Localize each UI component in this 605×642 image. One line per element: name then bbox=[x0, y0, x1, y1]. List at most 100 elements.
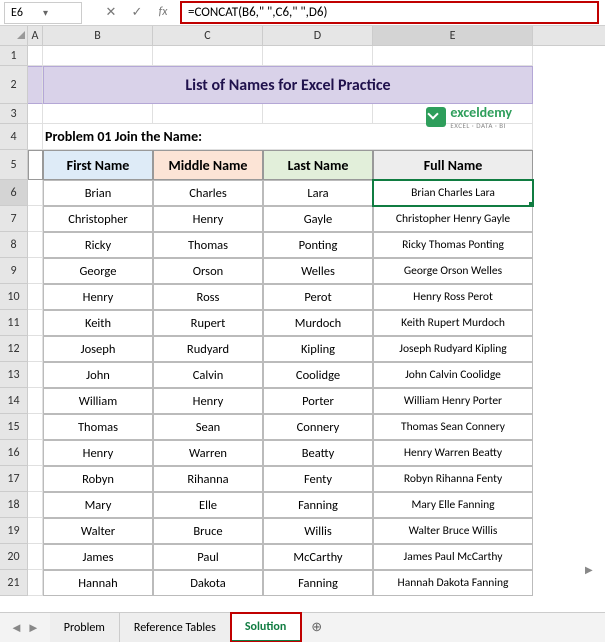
cell-middle-name[interactable]: Paul bbox=[153, 544, 263, 570]
row-header[interactable]: 18 bbox=[0, 492, 27, 518]
cell-last-name[interactable]: Connery bbox=[263, 414, 373, 440]
cell-first-name[interactable]: John bbox=[43, 362, 153, 388]
cell[interactable] bbox=[28, 104, 43, 124]
cell-middle-name[interactable]: Warren bbox=[153, 440, 263, 466]
cell-last-name[interactable]: Gayle bbox=[263, 206, 373, 232]
cell[interactable] bbox=[28, 466, 43, 492]
cell[interactable] bbox=[28, 544, 43, 570]
cell-last-name[interactable]: Welles bbox=[263, 258, 373, 284]
cell-last-name[interactable]: Willis bbox=[263, 518, 373, 544]
cell-middle-name[interactable]: Henry bbox=[153, 206, 263, 232]
cell-first-name[interactable]: William bbox=[43, 388, 153, 414]
row-header[interactable]: 21 bbox=[0, 570, 27, 596]
tab-prev-icon[interactable]: ◄ bbox=[10, 620, 23, 636]
grid[interactable]: List of Names for Excel Practiceexceldem… bbox=[28, 46, 605, 610]
col-header-e[interactable]: E bbox=[373, 26, 533, 45]
row-header[interactable]: 13 bbox=[0, 362, 27, 388]
row-header[interactable]: 14 bbox=[0, 388, 27, 414]
cell-full-name[interactable]: Keith Rupert Murdoch bbox=[373, 310, 533, 336]
cell-full-name[interactable]: Henry Warren Beatty bbox=[373, 440, 533, 466]
cell-full-name[interactable]: Christopher Henry Gayle bbox=[373, 206, 533, 232]
cell[interactable] bbox=[28, 336, 43, 362]
cell-full-name[interactable]: Mary Elle Fanning bbox=[373, 492, 533, 518]
cell[interactable] bbox=[263, 46, 373, 66]
cell-full-name[interactable]: William Henry Porter bbox=[373, 388, 533, 414]
cell-last-name[interactable]: Murdoch bbox=[263, 310, 373, 336]
row-header[interactable]: 15 bbox=[0, 414, 27, 440]
col-header-c[interactable]: C bbox=[153, 26, 263, 45]
cell[interactable] bbox=[28, 388, 43, 414]
cell-last-name[interactable]: Perot bbox=[263, 284, 373, 310]
row-header[interactable]: 1 bbox=[0, 46, 27, 66]
select-all-corner[interactable] bbox=[0, 26, 28, 46]
col-header-d[interactable]: D bbox=[263, 26, 373, 45]
cell-last-name[interactable]: Fanning bbox=[263, 492, 373, 518]
row-header[interactable]: 4 bbox=[0, 124, 27, 150]
cell[interactable] bbox=[28, 570, 43, 596]
cell[interactable] bbox=[28, 414, 43, 440]
row-header[interactable]: 12 bbox=[0, 336, 27, 362]
cell-first-name[interactable]: Joseph bbox=[43, 336, 153, 362]
cell[interactable]: exceldemyEXCEL · DATA · BI bbox=[373, 104, 533, 124]
chevron-down-icon[interactable]: ▾ bbox=[43, 6, 75, 19]
cell-middle-name[interactable]: Charles bbox=[153, 180, 263, 206]
cell[interactable] bbox=[28, 258, 43, 284]
tab-next-icon[interactable]: ► bbox=[27, 620, 40, 636]
formula-input[interactable]: =CONCAT(B6," ",C6," ",D6) bbox=[180, 1, 599, 24]
row-header[interactable]: 20 bbox=[0, 544, 27, 570]
cell-first-name[interactable]: James bbox=[43, 544, 153, 570]
row-header[interactable]: 8 bbox=[0, 232, 27, 258]
check-icon[interactable]: ✓ bbox=[128, 5, 146, 20]
tab-solution[interactable]: Solution bbox=[231, 613, 301, 642]
add-sheet-icon[interactable]: ⊕ bbox=[301, 620, 332, 635]
cell[interactable] bbox=[153, 46, 263, 66]
cell-middle-name[interactable]: Dakota bbox=[153, 570, 263, 596]
cell-last-name[interactable]: Ponting bbox=[263, 232, 373, 258]
cell-full-name[interactable]: Walter Bruce Willis bbox=[373, 518, 533, 544]
cell-middle-name[interactable]: Elle bbox=[153, 492, 263, 518]
cell-middle-name[interactable]: Sean bbox=[153, 414, 263, 440]
row-header[interactable]: 9 bbox=[0, 258, 27, 284]
col-header-a[interactable]: A bbox=[28, 26, 43, 45]
row-header[interactable]: 16 bbox=[0, 440, 27, 466]
cell-middle-name[interactable]: Rudyard bbox=[153, 336, 263, 362]
cell-full-name[interactable]: Robyn Rihanna Fenty bbox=[373, 466, 533, 492]
cell-first-name[interactable]: Keith bbox=[43, 310, 153, 336]
cell[interactable] bbox=[43, 104, 153, 124]
cell-full-name[interactable]: Hannah Dakota Fanning bbox=[373, 570, 533, 596]
cell[interactable] bbox=[28, 232, 43, 258]
cell-first-name[interactable]: Robyn bbox=[43, 466, 153, 492]
cell-middle-name[interactable]: Rupert bbox=[153, 310, 263, 336]
cell[interactable] bbox=[28, 518, 43, 544]
cell[interactable] bbox=[28, 206, 43, 232]
cell-first-name[interactable]: Walter bbox=[43, 518, 153, 544]
row-header[interactable]: 5 bbox=[0, 150, 27, 180]
cell-full-name[interactable]: Joseph Rudyard Kipling bbox=[373, 336, 533, 362]
cell-last-name[interactable]: Beatty bbox=[263, 440, 373, 466]
scroll-right-icon[interactable]: ▶ bbox=[585, 563, 603, 576]
cell[interactable] bbox=[373, 46, 533, 66]
cancel-icon[interactable]: ✕ bbox=[102, 5, 120, 20]
cell[interactable] bbox=[28, 150, 43, 180]
cell[interactable] bbox=[43, 46, 153, 66]
row-header[interactable]: 11 bbox=[0, 310, 27, 336]
cell[interactable] bbox=[153, 104, 263, 124]
cell-full-name[interactable]: Brian Charles Lara bbox=[373, 180, 533, 206]
row-header[interactable]: 17 bbox=[0, 466, 27, 492]
tab-reference-tables[interactable]: Reference Tables bbox=[120, 613, 231, 642]
cell[interactable] bbox=[28, 284, 43, 310]
cell-last-name[interactable]: Coolidge bbox=[263, 362, 373, 388]
fx-icon[interactable]: fx bbox=[154, 5, 172, 20]
row-header[interactable]: 6 bbox=[0, 180, 27, 206]
cell-middle-name[interactable]: Rihanna bbox=[153, 466, 263, 492]
cell-middle-name[interactable]: Thomas bbox=[153, 232, 263, 258]
cell-full-name[interactable]: Thomas Sean Connery bbox=[373, 414, 533, 440]
cell-first-name[interactable]: Thomas bbox=[43, 414, 153, 440]
cell-middle-name[interactable]: Orson bbox=[153, 258, 263, 284]
tab-problem[interactable]: Problem bbox=[50, 613, 120, 642]
cell-full-name[interactable]: Ricky Thomas Ponting bbox=[373, 232, 533, 258]
cell-full-name[interactable]: John Calvin Coolidge bbox=[373, 362, 533, 388]
cell-first-name[interactable]: Hannah bbox=[43, 570, 153, 596]
row-header[interactable]: 3 bbox=[0, 104, 27, 124]
cell-first-name[interactable]: Henry bbox=[43, 284, 153, 310]
